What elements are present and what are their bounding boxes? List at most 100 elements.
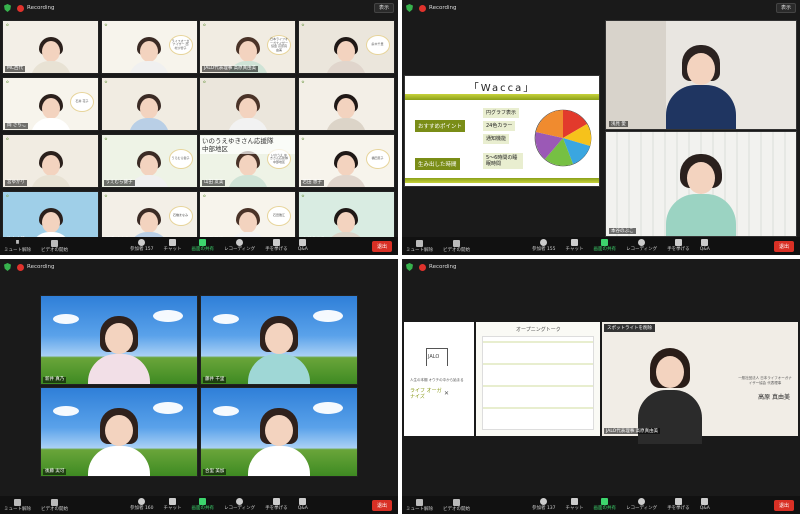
leave-button[interactable]: 退出 — [773, 500, 794, 511]
video-button[interactable]: ビデオの開始 — [41, 239, 68, 253]
leave-button[interactable]: 退出 — [773, 241, 794, 252]
chat-button[interactable]: チャット — [566, 239, 584, 252]
mute-button[interactable]: ミュート解除 — [406, 239, 433, 253]
mute-label: ミュート解除 — [4, 247, 31, 253]
recording-icon — [419, 4, 426, 12]
raise-hand-button[interactable]: 手を挙げる — [265, 498, 288, 511]
shield-icon — [406, 263, 413, 271]
mute-button[interactable]: ミュート解除 — [406, 498, 433, 512]
record-label: レコーディング — [224, 247, 256, 252]
recording-label: Recording — [27, 5, 55, 11]
raise-hand-button[interactable]: 手を挙げる — [667, 498, 690, 511]
share-button[interactable]: 画面の共有 — [192, 498, 214, 511]
qa-button[interactable]: Q&A — [298, 239, 308, 252]
share-button[interactable]: 画面の共有 — [192, 239, 214, 252]
zoom-window-gallery-2: Recording 新井 真乃 藤井 千里 後藤 実可 合里 美加 ミュート解除… — [0, 259, 398, 514]
meeting-toolbar: ミュート解除 ビデオの開始 参加者 137 チャット 画面の共有 レコーディング… — [402, 496, 800, 514]
participant-video — [248, 314, 310, 384]
participants-button[interactable]: 参加者 160 — [130, 498, 154, 511]
recording-label: Recording — [429, 264, 457, 270]
view-button[interactable]: 表示 — [775, 3, 796, 13]
participants-button[interactable]: 参加者 155 — [532, 239, 556, 252]
qa-label: Q&A — [297, 506, 308, 511]
raise-hand-button[interactable]: 手を挙げる — [265, 239, 288, 252]
chat-label: チャット — [565, 506, 584, 511]
record-button[interactable]: レコーディング — [224, 239, 255, 252]
participants-icon — [540, 498, 548, 505]
record-button[interactable]: レコーディング — [224, 498, 255, 511]
participant-tile: ✿ — [199, 77, 296, 131]
record-label: レコーディング — [626, 247, 658, 252]
logo-watermark: ✿ — [6, 137, 9, 141]
tagline: 人生の本棚 オウチの中から始まる — [410, 378, 464, 382]
participant-tile: 藤井 千里 — [200, 295, 358, 385]
speaker-name: 本谷のぶこ — [609, 228, 636, 234]
raise-hand-button[interactable]: 手を挙げる — [667, 239, 690, 252]
speaker-name: 高原 真由美 — [758, 394, 790, 401]
record-icon — [638, 239, 646, 246]
video-button[interactable]: ビデオの開始 — [443, 239, 470, 253]
participants-icon — [138, 239, 146, 246]
support-banner: いのうえゆきさん応援隊 中部地区 — [200, 136, 295, 154]
raise-label: 手を挙げる — [667, 506, 690, 511]
participant-name: 山田 友美 — [202, 180, 226, 186]
record-button[interactable]: レコーディング — [626, 239, 657, 252]
participant-name: 合里 美加 — [203, 469, 227, 475]
participant-video — [326, 94, 366, 130]
view-button[interactable]: 表示 — [373, 3, 394, 13]
mute-button[interactable]: ミュート解除 — [4, 498, 31, 512]
qa-label: Q&A — [699, 247, 710, 252]
video-button[interactable]: ビデオの開始 — [443, 498, 470, 512]
chat-button[interactable]: チャット — [164, 239, 182, 252]
participant-name: うえむら健子 — [103, 180, 135, 186]
logo-watermark: ✿ — [6, 23, 9, 27]
qa-button[interactable]: Q&A — [700, 498, 710, 511]
share-icon — [199, 498, 207, 505]
participant-name: 後藤 実可 — [43, 469, 67, 475]
participant-video — [129, 94, 169, 130]
leave-button[interactable]: 退出 — [371, 500, 392, 511]
logo-watermark: ✿ — [104, 137, 108, 141]
raise-label: 手を挙げる — [667, 247, 690, 252]
participant-video — [129, 37, 169, 73]
top-bar: Recording — [0, 259, 398, 275]
remove-spotlight-button[interactable]: スポットライトを削除 — [604, 324, 655, 332]
zoom-window-share-2: Recording JALO 人生の本棚 オウチの中から始まる ライフ オーガナ… — [402, 259, 800, 514]
raise-label: 手を挙げる — [265, 247, 288, 252]
cross-mark: ✕ — [444, 390, 450, 397]
mute-button[interactable]: ミュート解除 — [4, 239, 31, 253]
share-button[interactable]: 画面の共有 — [594, 239, 616, 252]
participant-name: 新井 真乃 — [43, 377, 67, 383]
shared-slide: 「Wacca」 おすすめポイント 円グラフ表示 24色カラー 通知機能 生み出し… — [404, 75, 600, 187]
logo-watermark: ✿ — [6, 80, 9, 84]
share-button[interactable]: 画面の共有 — [594, 498, 616, 511]
participant-tile: ✿ MC西代 — [2, 20, 99, 74]
qa-label: Q&A — [699, 506, 710, 511]
zoom-window-gallery-1: Recording 表示 ✿ MC西代 ✿ ライフオーガナイザー 西村沙智子 ✿… — [0, 0, 398, 255]
video-button[interactable]: ビデオの開始 — [41, 498, 68, 512]
top-bar: Recording 表示 — [402, 0, 800, 16]
qa-button[interactable]: Q&A — [298, 498, 308, 511]
chat-button[interactable]: チャット — [566, 498, 584, 511]
logo-text: JALO — [428, 354, 440, 360]
raise-label: 手を挙げる — [265, 506, 288, 511]
leave-button[interactable]: 退出 — [371, 241, 392, 252]
participant-tile: ✿ 宮ゆかり — [2, 134, 99, 188]
chat-button[interactable]: チャット — [164, 498, 182, 511]
record-icon — [236, 239, 244, 246]
recording-icon — [419, 263, 426, 271]
qa-button[interactable]: Q&A — [700, 239, 710, 252]
participant-video — [248, 406, 310, 476]
participants-button[interactable]: 参加者 137 — [532, 498, 556, 511]
participants-button[interactable]: 参加者 157 — [130, 239, 154, 252]
participants-label: 参加者 160 — [130, 506, 154, 511]
hand-icon — [674, 498, 682, 505]
participant-name: JALO代表理事 高原真由美 — [202, 66, 259, 72]
top-bar: Recording 表示 — [0, 0, 398, 16]
opening-title: オープニングトーク — [516, 327, 561, 333]
share-icon — [601, 498, 609, 505]
record-button[interactable]: レコーディング — [626, 498, 657, 511]
participant-video — [326, 37, 366, 73]
participants-label: 参加者 157 — [130, 247, 154, 252]
participant-tile: ✿ 日本ライフオーガナイザー協会 高原真由美 JALO代表理事 高原真由美 — [199, 20, 296, 74]
